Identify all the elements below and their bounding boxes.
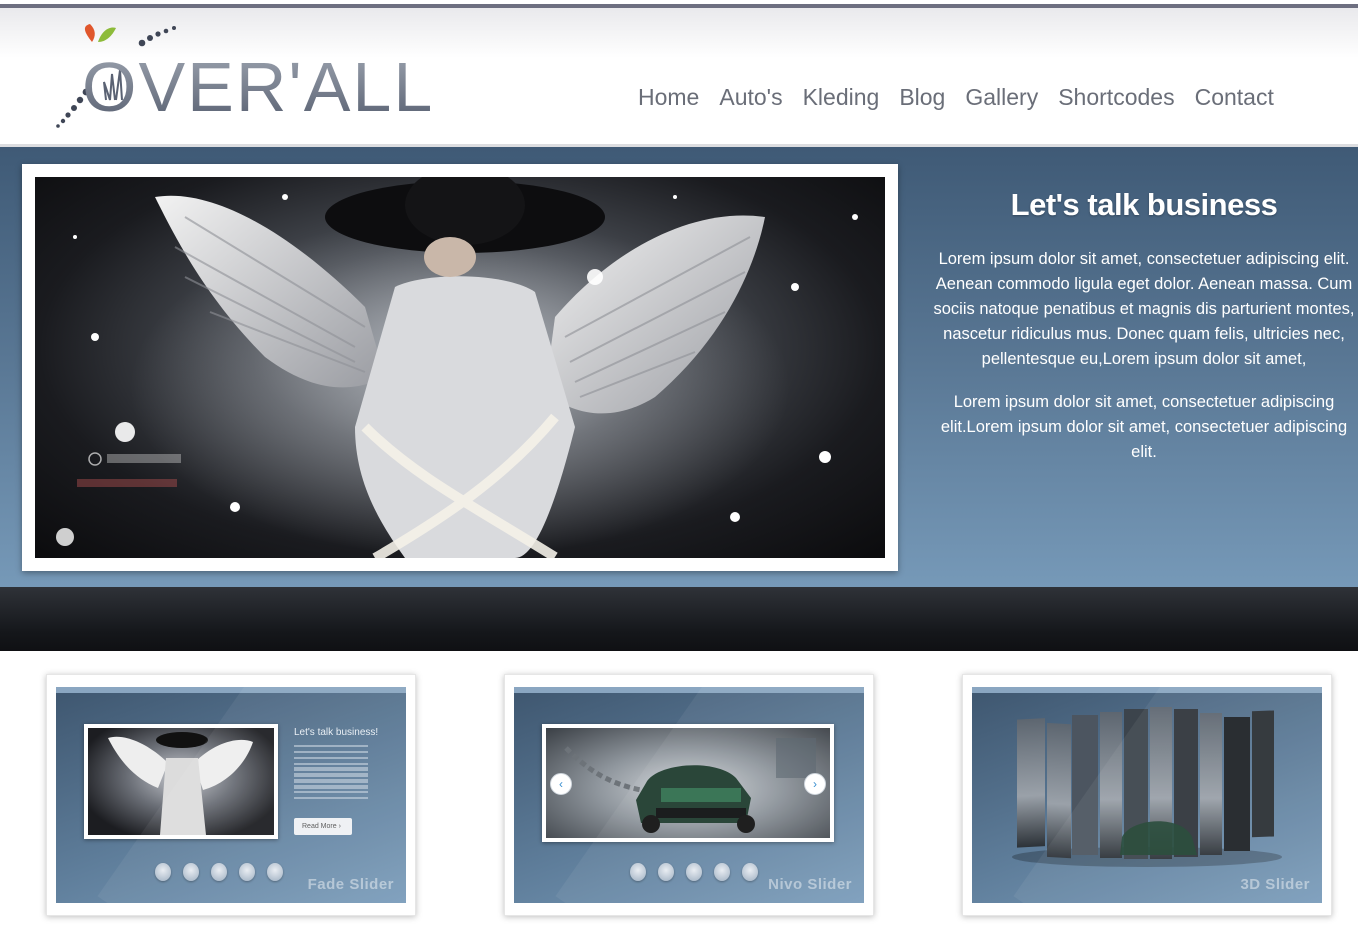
dot-4[interactable] [714,863,730,881]
mini-angel-image [88,728,274,835]
angel-wings-photo-icon [56,177,858,558]
dot-2[interactable] [183,863,199,881]
hero-image-frame [22,164,898,571]
mini-car-image [546,728,830,838]
mini-title: Let's talk business! [294,727,379,738]
site-header: OVER'ALL Home Auto's Kleding Blog Galler… [0,8,1358,146]
site-logo[interactable]: OVER'ALL [52,22,432,134]
nivo-prev-arrow-icon[interactable]: ‹ [550,773,572,795]
mini-car-frame [542,724,834,842]
dot-3[interactable] [211,863,227,881]
nav-item-kleding[interactable]: Kleding [793,82,890,112]
mini-hero-frame [84,724,278,839]
hero-caption: Let's talk business Lorem ipsum dolor si… [930,185,1358,483]
dot-2[interactable] [658,863,674,881]
nav-item-home[interactable]: Home [628,82,709,112]
fade-slider-label: Fade Slider [307,876,394,893]
3d-slices-icon [1012,707,1282,867]
3d-slider-card[interactable]: 3D Slider [962,674,1332,916]
nav-item-autos[interactable]: Auto's [709,82,792,112]
hero-paragraph-1: Lorem ipsum dolor sit amet, consectetuer… [933,250,1355,368]
dot-1[interactable] [155,863,171,881]
fade-slider-card[interactable]: Let's talk business! Read More › Fade Sl… [46,674,416,916]
fade-slider-dots [155,863,283,881]
nivo-slider-card[interactable]: ‹ › Nivo Slider [504,674,874,916]
nivo-slider-dots [630,863,758,881]
nav-item-shortcodes[interactable]: Shortcodes [1048,82,1184,112]
dot-4[interactable] [239,863,255,881]
fade-slider-preview: Let's talk business! Read More › Fade Sl… [56,687,406,903]
slider-bottom-band [0,587,1358,651]
nav-item-contact[interactable]: Contact [1185,82,1284,112]
nivo-next-arrow-icon[interactable]: › [804,773,826,795]
mini-angel-wings-icon [108,732,253,835]
dot-1[interactable] [630,863,646,881]
main-nav: Home Auto's Kleding Blog Gallery Shortco… [628,82,1284,112]
mini-read-more-button: Read More › [294,818,352,835]
mini-muscle-car-icon [564,738,816,833]
mini-paragraph-2 [294,767,368,803]
mini-read-more-label: Read More [302,823,337,830]
nav-item-gallery[interactable]: Gallery [955,82,1048,112]
3d-slider-label: 3D Slider [1240,876,1310,893]
hero-paragraph-2: Lorem ipsum dolor sit amet, consectetuer… [940,393,1348,461]
logo-text: OVER'ALL [82,48,435,126]
dot-5[interactable] [742,863,758,881]
nivo-slider-label: Nivo Slider [768,876,852,893]
nav-item-blog[interactable]: Blog [889,82,955,112]
nivo-slider-preview: ‹ › Nivo Slider [514,687,864,903]
3d-slider-preview: 3D Slider [972,687,1322,903]
hero-slider: Let's talk business Lorem ipsum dolor si… [0,147,1358,587]
hero-title: Let's talk business [1010,187,1278,222]
dot-5[interactable] [267,863,283,881]
hero-angel-wings-image[interactable] [35,177,885,558]
mini-paragraph [294,745,368,789]
dot-3[interactable] [686,863,702,881]
